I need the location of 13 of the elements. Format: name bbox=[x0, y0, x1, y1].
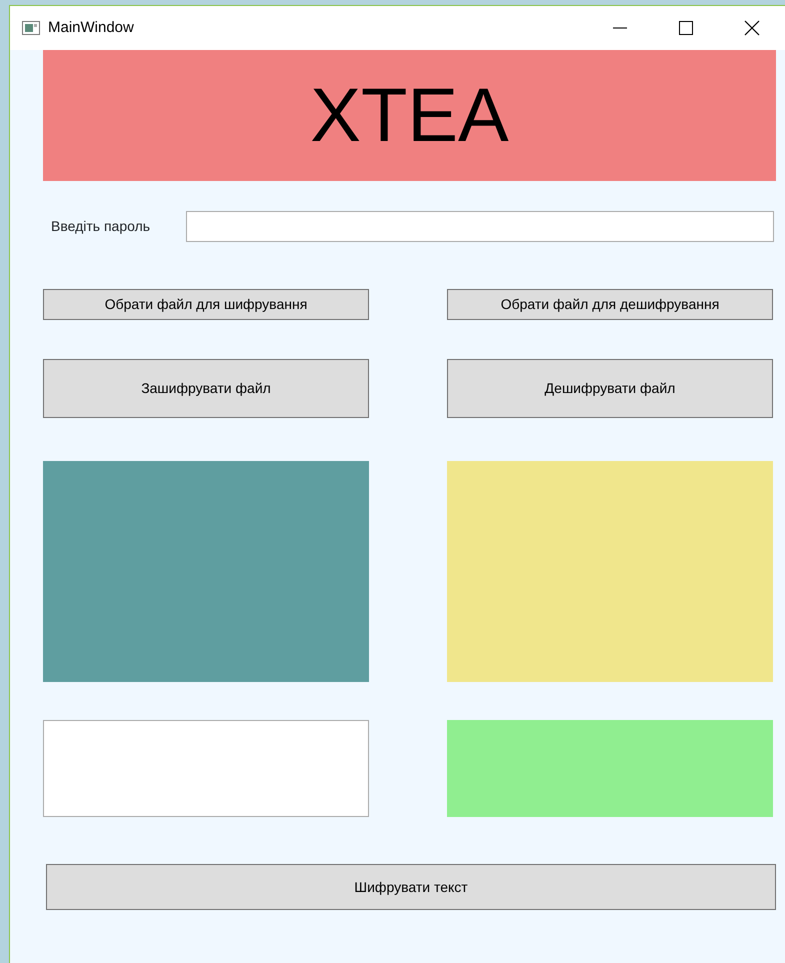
encrypt-text-button[interactable]: Шифрувати текст bbox=[46, 864, 776, 910]
choose-file-button[interactable]: Обрати файл для дешифрування bbox=[447, 289, 773, 320]
password-label: Введіть пароль bbox=[51, 217, 152, 236]
file-action-button[interactable]: Дешифрувати файл bbox=[447, 359, 773, 418]
password-field[interactable] bbox=[186, 211, 774, 242]
maximize-icon[interactable] bbox=[678, 20, 694, 36]
window-title: MainWindow bbox=[48, 18, 134, 38]
file-action-button[interactable]: Зашифрувати файл bbox=[43, 359, 369, 418]
title-banner: XTEA bbox=[43, 50, 776, 181]
text-field[interactable] bbox=[43, 720, 369, 817]
app-icon bbox=[22, 21, 40, 35]
choose-file-button[interactable]: Обрати файл для шифрування bbox=[43, 289, 369, 320]
close-icon[interactable] bbox=[744, 20, 760, 36]
